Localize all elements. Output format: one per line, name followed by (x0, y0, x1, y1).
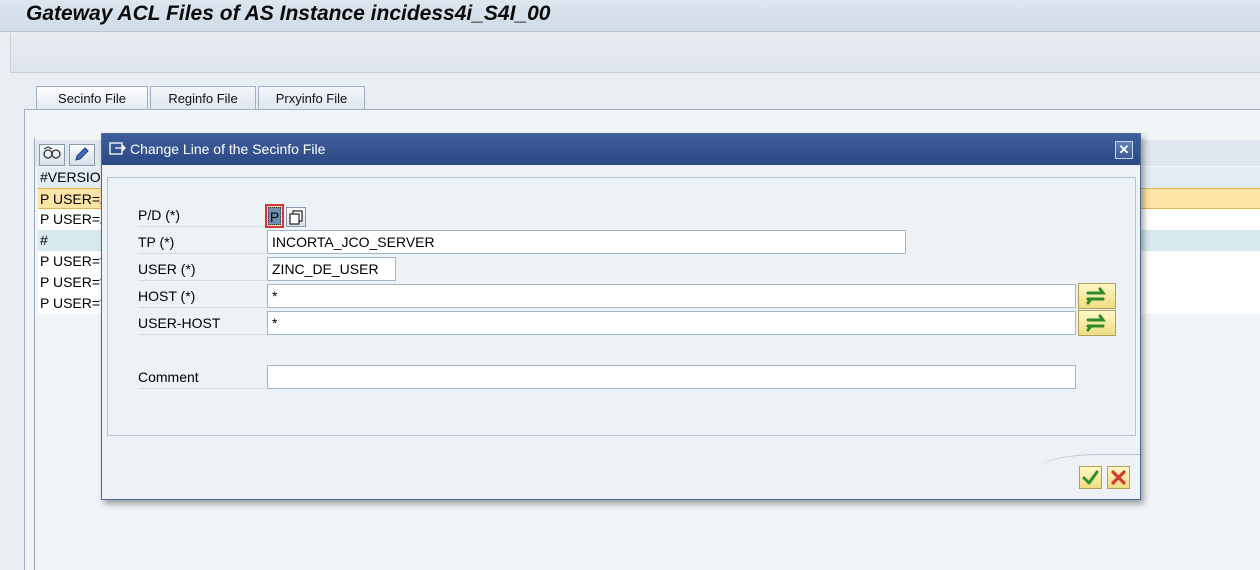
checkmark-icon (1082, 470, 1099, 485)
user-label: USER (*) (138, 257, 266, 281)
change-line-dialog: Change Line of the Secinfo File ✕ P/D (*… (101, 133, 1141, 500)
tp-input[interactable] (267, 230, 906, 254)
application-toolbar (10, 33, 1260, 73)
ok-button[interactable] (1079, 466, 1102, 489)
title-bar: Gateway ACL Files of AS Instance incides… (0, 0, 1260, 32)
tab-reginfo-file[interactable]: Reginfo File (150, 86, 256, 110)
pd-d-option[interactable] (286, 207, 306, 227)
swap-arrows-icon (1086, 314, 1106, 332)
edit-button[interactable] (69, 144, 95, 166)
dialog-body: P/D (*) TP (*) USER (*) HOST (*) USER-HO… (107, 177, 1136, 436)
copy-icon (289, 210, 303, 225)
dialog-title-bar: Change Line of the Secinfo File ✕ (102, 134, 1140, 165)
tab-secinfo-file[interactable]: Secinfo File (36, 86, 148, 110)
host-input[interactable] (267, 284, 1076, 308)
close-button[interactable]: ✕ (1115, 141, 1133, 159)
user-input[interactable] (267, 257, 396, 281)
dialog-title: Change Line of the Secinfo File (130, 141, 326, 157)
pencil-icon (75, 147, 89, 161)
swap-arrows-icon (1086, 287, 1106, 305)
user-host-label: USER-HOST (138, 311, 266, 335)
comment-label: Comment (138, 365, 266, 389)
display-change-icon (43, 146, 61, 159)
tp-label: TP (*) (138, 230, 266, 254)
cancel-button[interactable] (1107, 466, 1130, 489)
pd-p-option[interactable]: P (265, 204, 284, 228)
close-icon: ✕ (1118, 142, 1130, 157)
comment-input[interactable] (267, 365, 1076, 389)
user-host-input[interactable] (267, 311, 1076, 335)
tab-prxyinfo-file[interactable]: Prxyinfo File (258, 86, 365, 110)
host-label: HOST (*) (138, 284, 266, 308)
host-value-help-button[interactable] (1078, 283, 1116, 309)
dialog-footer (102, 454, 1140, 499)
display-change-button[interactable] (39, 144, 65, 166)
cancel-x-icon (1111, 470, 1126, 485)
pd-label: P/D (*) (138, 203, 266, 227)
window-icon (109, 142, 126, 155)
page-title: Gateway ACL Files of AS Instance incides… (26, 2, 551, 25)
pd-value: P (268, 207, 281, 225)
user-host-value-help-button[interactable] (1078, 310, 1116, 336)
